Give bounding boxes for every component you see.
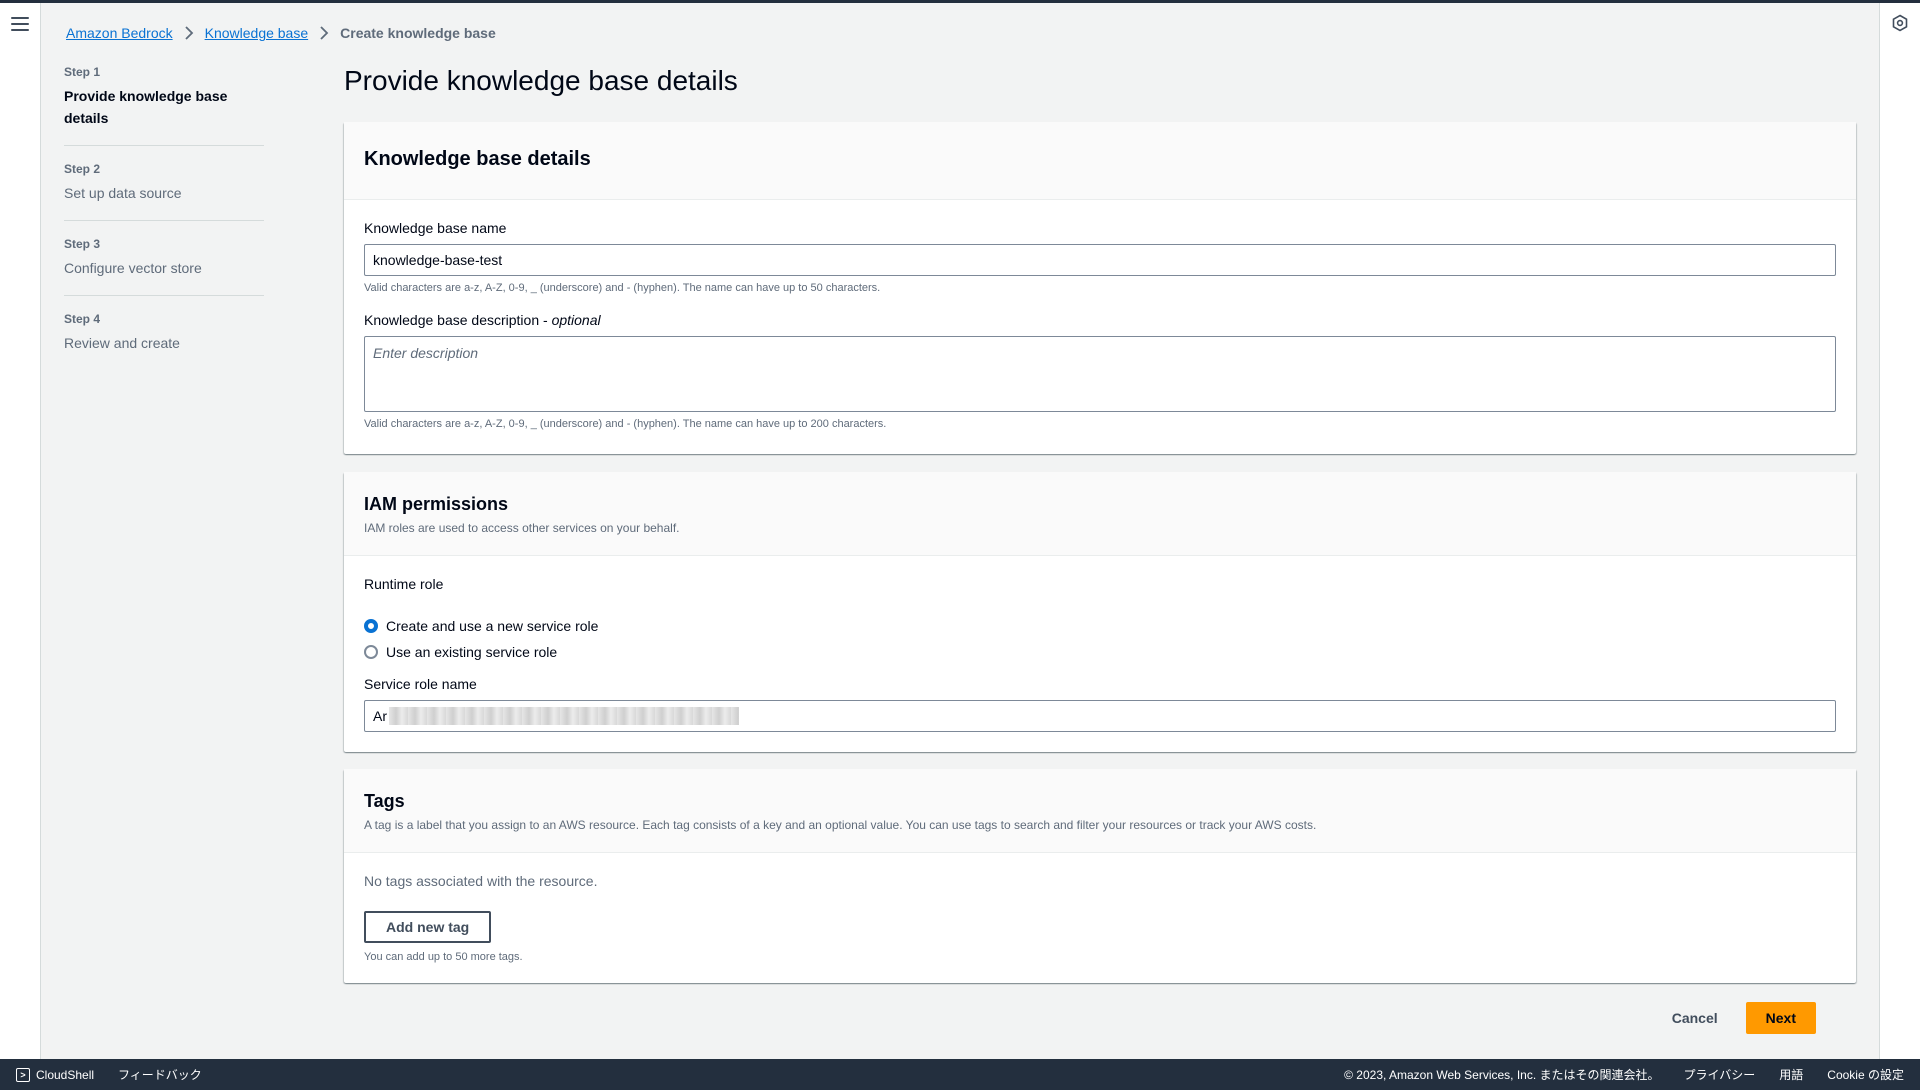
copyright-text: © 2023, Amazon Web Services, Inc. またはその関… (1344, 1068, 1660, 1082)
service-role-value: Ar (373, 708, 387, 724)
radio-create-new-role[interactable]: Create and use a new service role (364, 618, 1836, 634)
container-body: Knowledge base name knowledge-base-test … (344, 200, 1856, 454)
container-description: IAM roles are used to access other servi… (364, 521, 680, 535)
breadcrumb-link-bedrock[interactable]: Amazon Bedrock (66, 25, 173, 41)
step-label: Set up data source (64, 185, 182, 201)
cloudshell-button[interactable]: > CloudShell (16, 1067, 95, 1082)
footer-right: © 2023, Amazon Web Services, Inc. またはその関… (1344, 1066, 1904, 1083)
container-title: Tags (364, 791, 405, 811)
kb-description-hint: Valid characters are a-z, A-Z, 0-9, _ (u… (364, 418, 887, 430)
container-header: Tags A tag is a label that you assign to… (344, 769, 1856, 853)
console-footer: > CloudShell フィードバック © 2023, Amazon Web … (0, 1059, 1920, 1090)
wizard-step-1: Step 1 Provide knowledge base details (64, 65, 264, 146)
cloudshell-label: CloudShell (36, 1067, 95, 1082)
page-title: Provide knowledge base details (344, 65, 738, 96)
kb-details-container: Knowledge base details Knowledge base na… (344, 122, 1856, 454)
wizard-step-3: Step 3 Configure vector store (64, 237, 264, 296)
kb-name-input[interactable]: knowledge-base-test (364, 244, 1836, 276)
kb-name-hint: Valid characters are a-z, A-Z, 0-9, _ (u… (364, 282, 881, 294)
tags-hint: You can add up to 50 more tags. (364, 951, 523, 963)
cookie-settings-link[interactable]: Cookie の設定 (1827, 1066, 1904, 1083)
footer-left: > CloudShell フィードバック (16, 1066, 202, 1083)
next-button[interactable]: Next (1745, 1002, 1816, 1034)
radio-checked-icon[interactable] (364, 619, 378, 633)
step-number: Step 1 (64, 65, 101, 79)
step-number: Step 4 (64, 312, 101, 326)
container-body: No tags associated with the resource. Ad… (344, 853, 1856, 983)
tags-container: Tags A tag is a label that you assign to… (344, 769, 1856, 983)
kb-description-label: Knowledge base description - optional (364, 312, 601, 328)
kb-description-textarea[interactable]: Enter description (364, 336, 1836, 412)
service-role-label: Service role name (364, 676, 477, 692)
breadcrumb-current: Create knowledge base (340, 25, 496, 41)
privacy-link[interactable]: プライバシー (1684, 1066, 1756, 1083)
radio-unchecked-icon[interactable] (364, 645, 378, 659)
cancel-button[interactable]: Cancel (1652, 1002, 1738, 1034)
chevron-right-icon (173, 26, 205, 40)
container-title: Knowledge base details (364, 148, 591, 170)
kb-name-label: Knowledge base name (364, 220, 507, 236)
radio-label: Use an existing service role (386, 644, 558, 660)
no-tags-text: No tags associated with the resource. (364, 873, 598, 889)
step-label: Configure vector store (64, 260, 202, 276)
iam-permissions-container: IAM permissions IAM roles are used to ac… (344, 472, 1856, 752)
terminal-icon: > (16, 1067, 30, 1082)
breadcrumb-link-knowledge-base[interactable]: Knowledge base (205, 25, 309, 41)
menu-icon[interactable] (11, 17, 29, 31)
tools-rail (1879, 3, 1920, 1059)
wizard-step-4: Step 4 Review and create (64, 312, 264, 370)
add-new-tag-button[interactable]: Add new tag (364, 911, 492, 943)
container-header: IAM permissions IAM roles are used to ac… (344, 472, 1856, 556)
radio-use-existing-role[interactable]: Use an existing service role (364, 644, 1836, 660)
wizard-step-2: Step 2 Set up data source (64, 162, 264, 221)
terms-link[interactable]: 用語 (1779, 1066, 1803, 1083)
runtime-role-label: Runtime role (364, 576, 444, 592)
kb-description-label-text: Knowledge base description (364, 312, 540, 328)
info-hexagon-icon[interactable] (1891, 14, 1909, 32)
container-body: Runtime role Create and use a new servic… (344, 556, 1856, 752)
container-description: A tag is a label that you assign to an A… (364, 818, 1317, 832)
feedback-link[interactable]: フィードバック (118, 1066, 202, 1083)
main-content: Amazon Bedrock Knowledge base Create kno… (42, 3, 1878, 1059)
container-title: IAM permissions (364, 494, 509, 514)
step-label: Provide knowledge base details (64, 88, 228, 126)
service-role-input[interactable]: Ar (364, 700, 1836, 732)
step-label: Review and create (64, 335, 180, 351)
optional-tag: optional (551, 312, 601, 328)
step-number: Step 3 (64, 237, 101, 251)
wizard-steps: Step 1 Provide knowledge base details St… (64, 65, 264, 386)
form-actions: Cancel Next (1652, 1002, 1816, 1034)
radio-label: Create and use a new service role (386, 618, 599, 634)
breadcrumb: Amazon Bedrock Knowledge base Create kno… (66, 25, 496, 41)
step-number: Step 2 (64, 162, 101, 176)
redacted-text (389, 707, 739, 725)
container-header: Knowledge base details (344, 122, 1856, 200)
chevron-right-icon (308, 26, 340, 40)
navigation-rail (0, 3, 41, 1059)
